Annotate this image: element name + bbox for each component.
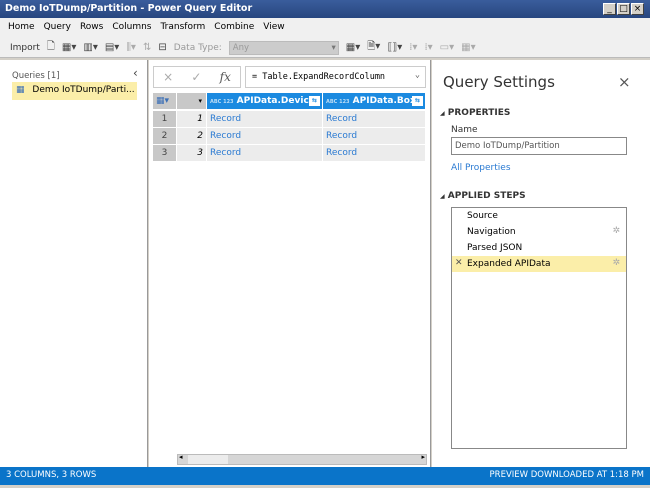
expand-icon[interactable]: ⇆ [412, 96, 423, 106]
split-icon[interactable]: ⫼▾ [126, 42, 136, 53]
group-icon[interactable]: ⊟ [158, 42, 166, 53]
chevron-down-icon: ▾ [331, 42, 336, 53]
status-bar: 3 COLUMNS, 3 ROWS PREVIEW DOWNLOADED AT … [0, 467, 650, 485]
commit-formula-icon[interactable]: ✓ [191, 70, 201, 84]
query-item-label: Demo IoTDump/Parti... [32, 85, 135, 95]
unpivot-icon[interactable]: ⁞▾ [409, 42, 417, 53]
horizontal-scrollbar[interactable]: ◂ ▸ [177, 453, 427, 465]
rows-icon[interactable]: ▤▾ [105, 42, 119, 53]
column-header-device[interactable]: ABC 123 APIData.Device ⇆ [207, 93, 323, 110]
merge-icon[interactable]: 🗎▾ [367, 39, 380, 56]
close-window-button[interactable]: × [631, 3, 644, 15]
table-icon: ▦ [16, 85, 25, 95]
pivot-icon[interactable]: ⟦⟧▾ [387, 42, 402, 53]
cancel-formula-icon[interactable]: × [163, 70, 173, 84]
queries-header: Queries [1] [12, 71, 60, 81]
collapse-icon[interactable]: ‹ [133, 66, 138, 80]
data-type-value: Any [232, 42, 250, 53]
scrollbar-thumb[interactable] [188, 455, 228, 464]
gear-icon[interactable]: ✲ [612, 226, 620, 236]
table-icon[interactable]: ▦▾ [62, 42, 76, 53]
query-item[interactable]: ▦ Demo IoTDump/Parti... [12, 82, 137, 100]
refresh-icon[interactable]: 🗋 [47, 39, 55, 56]
properties-header: PROPERTIES [447, 108, 511, 118]
step-label: Parsed JSON [467, 243, 523, 253]
menu-transform[interactable]: Transform [161, 22, 206, 34]
record-link[interactable]: Record [207, 128, 323, 145]
menu-query[interactable]: Query [44, 22, 71, 34]
data-type-select[interactable]: Any ▾ [228, 40, 339, 55]
close-settings-icon[interactable]: × [618, 73, 631, 91]
applied-steps-list: Source Navigation ✲ Parsed JSON ✕ Expanded… [451, 207, 627, 449]
query-settings-pane: Query Settings × ◢ PROPERTIES Name Demo … [432, 60, 650, 467]
record-link[interactable]: Record [323, 111, 426, 128]
menu-rows[interactable]: Rows [80, 22, 103, 34]
chevron-down-icon[interactable]: ⌄ [415, 70, 420, 80]
replace-icon[interactable]: ▭▾ [440, 42, 454, 53]
step-expanded-apidata[interactable]: ✕ Expanded APIData ✲ [452, 256, 626, 272]
columns-icon[interactable]: ▥▾ [83, 42, 97, 53]
formula-text: = Table.ExpandRecordColumn [252, 72, 386, 82]
record-link[interactable]: Record [323, 145, 426, 162]
type-icon: ABC 123 [210, 99, 234, 105]
add-column-icon[interactable]: ▦▾ [346, 42, 360, 53]
name-value: Demo IoTDump/Partition [455, 141, 560, 151]
column-name: APIData.Box [352, 96, 416, 106]
all-properties-link[interactable]: All Properties [451, 163, 511, 173]
data-type-label: Data Type: [173, 42, 222, 53]
column-name: APIData.Device [236, 96, 315, 106]
delete-step-icon[interactable]: ✕ [455, 258, 463, 268]
step-parsed-json[interactable]: Parsed JSON [452, 240, 626, 256]
record-link[interactable]: Record [207, 111, 323, 128]
import-button[interactable]: Import [10, 43, 40, 53]
row-number[interactable]: 3 [153, 145, 177, 162]
toolbar: Import 🗋 ▦▾ ▥▾ ▤▾ ⫼▾ ⇅ ⊟ Data Type: Any ▾… [0, 38, 650, 58]
minimize-button[interactable]: _ [603, 3, 616, 15]
expand-icon[interactable]: ⇆ [309, 96, 320, 106]
transpose-icon[interactable]: ▦▾ [461, 42, 475, 53]
sort-icon[interactable]: ⇅ [143, 42, 151, 53]
collapse-triangle-icon[interactable]: ◢ [440, 110, 445, 117]
column-header-box[interactable]: ABC 123 APIData.Box ⇆ [323, 93, 426, 110]
formula-bar[interactable]: = Table.ExpandRecordColumn ⌄ [245, 66, 426, 88]
title-bar: Demo IoTDump/Partition - Power Query Edi… [0, 0, 650, 18]
queries-pane: Queries [1] ‹ ▦ Demo IoTDump/Parti... [0, 60, 148, 467]
applied-steps-header: APPLIED STEPS [447, 191, 526, 201]
step-label: Expanded APIData [467, 259, 551, 269]
menu-home[interactable]: Home [8, 22, 35, 34]
status-left: 3 COLUMNS, 3 ROWS [6, 470, 97, 480]
row-index: 3 [177, 145, 207, 162]
maximize-button[interactable]: □ [617, 3, 630, 15]
name-input[interactable]: Demo IoTDump/Partition [451, 137, 627, 155]
type-icon: ABC 123 [326, 99, 350, 105]
row-index: 2 [177, 128, 207, 145]
fx-icon[interactable]: fx [220, 70, 231, 84]
step-source[interactable]: Source [452, 208, 626, 224]
step-label: Navigation [467, 227, 516, 237]
table-menu-icon[interactable]: ▦▾ [153, 93, 177, 110]
fill-icon[interactable]: ⁞▾ [424, 42, 432, 53]
menu-bar: Home Query Rows Columns Transform Combin… [0, 18, 650, 38]
window-title: Demo IoTDump/Partition - Power Query Edi… [5, 3, 253, 14]
settings-title: Query Settings [443, 73, 555, 91]
step-navigation[interactable]: Navigation ✲ [452, 224, 626, 240]
menu-view[interactable]: View [263, 22, 284, 34]
gear-icon[interactable]: ✲ [612, 258, 620, 268]
menu-columns[interactable]: Columns [112, 22, 151, 34]
data-preview-pane: × ✓ fx = Table.ExpandRecordColumn ⌄ ▦▾ ▾ … [149, 60, 431, 467]
status-right: PREVIEW DOWNLOADED AT 1:18 PM [489, 470, 644, 480]
step-label: Source [467, 211, 498, 221]
collapse-triangle-icon[interactable]: ◢ [440, 193, 445, 200]
row-number[interactable]: 1 [153, 111, 177, 128]
index-filter-icon[interactable]: ▾ [177, 93, 207, 110]
menu-combine[interactable]: Combine [214, 22, 254, 34]
record-link[interactable]: Record [207, 145, 323, 162]
row-number[interactable]: 2 [153, 128, 177, 145]
row-index: 1 [177, 111, 207, 128]
scroll-right-icon[interactable]: ▸ [421, 453, 425, 461]
name-label: Name [451, 125, 478, 135]
scroll-left-icon[interactable]: ◂ [179, 453, 183, 461]
record-link[interactable]: Record [323, 128, 426, 145]
